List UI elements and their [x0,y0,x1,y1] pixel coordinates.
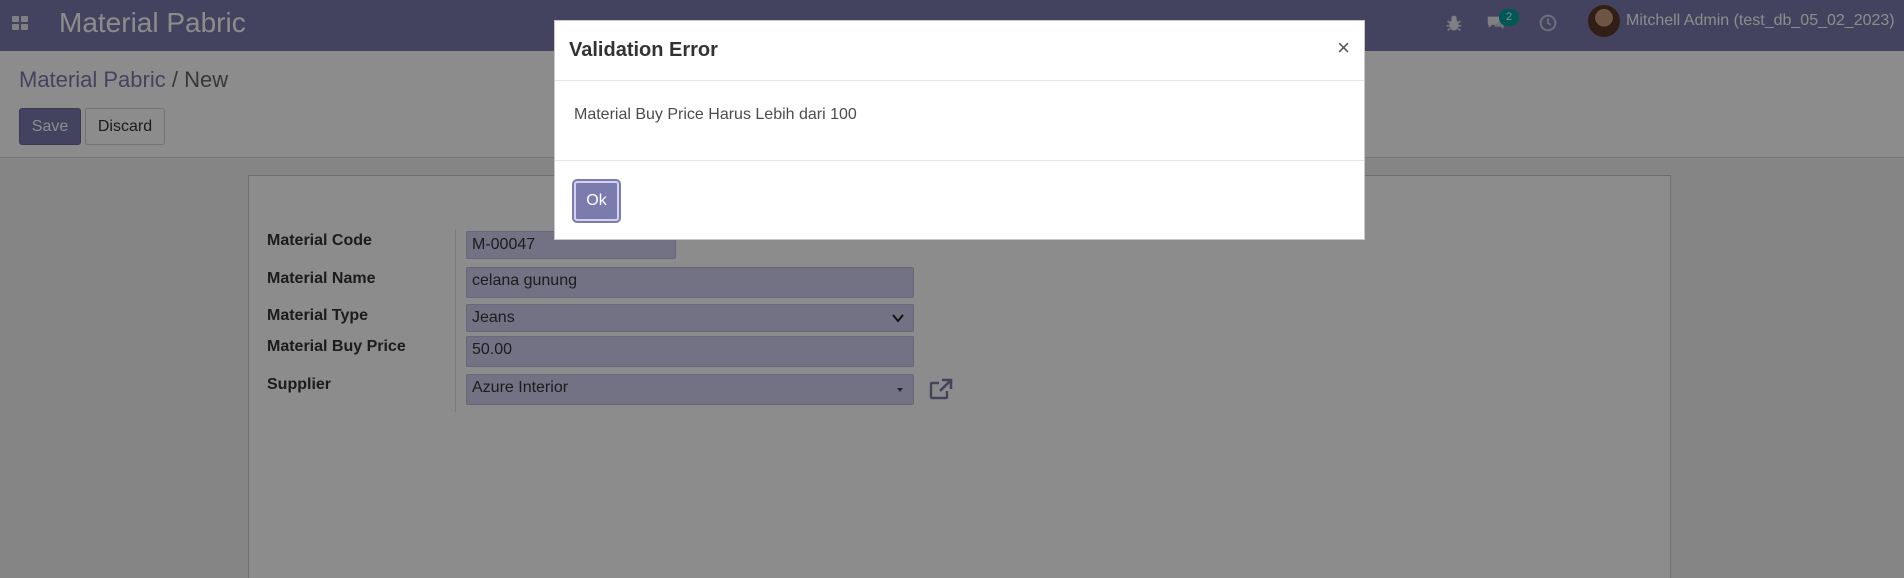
validation-error-dialog: Validation Error × Material Buy Price Ha… [554,20,1365,240]
ok-button[interactable]: Ok [574,181,619,221]
close-icon[interactable]: × [1337,35,1350,61]
dialog-message: Material Buy Price Harus Lebih dari 100 [574,106,857,123]
dialog-title: Validation Error [569,39,718,61]
dialog-header: Validation Error × [555,21,1364,81]
dialog-footer: Ok [555,160,1364,239]
